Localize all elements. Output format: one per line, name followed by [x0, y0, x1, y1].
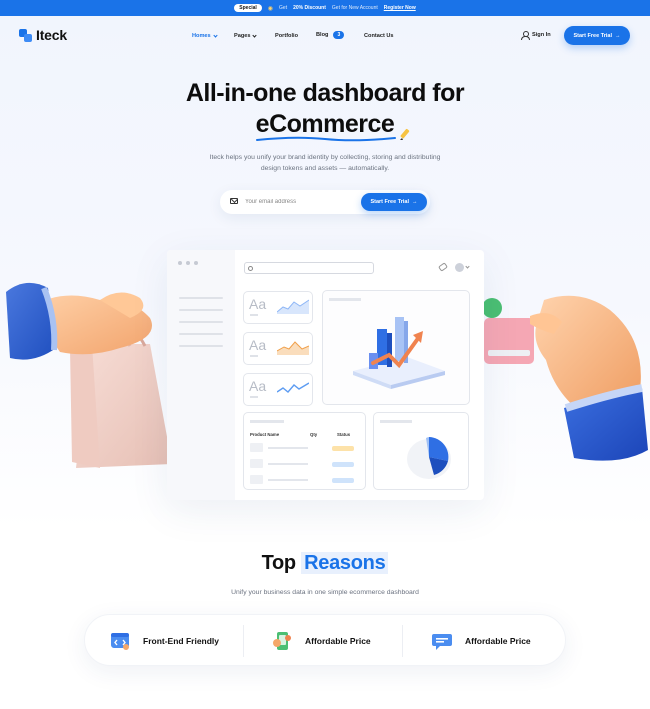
reasons-title-part1: Top: [261, 552, 297, 574]
3d-pie-chart-icon: [407, 437, 451, 479]
sidebar-line: [179, 297, 223, 299]
reasons-bar: Front-End Friendly Affordable Price Affo…: [84, 614, 566, 666]
aa-label: Aa: [249, 378, 267, 394]
hero-title-line2: eCommerce: [255, 110, 395, 138]
menu-item-portfolio[interactable]: Portfolio: [275, 33, 298, 39]
sidebar-line: [179, 345, 223, 347]
discount-prefix: Get: [279, 5, 288, 11]
status-pill: [332, 462, 354, 467]
squiggle-underline-icon: [256, 136, 396, 142]
menu-item-label: Contact Us: [364, 33, 394, 39]
sparkline-icon: [277, 299, 309, 314]
discount-value: 20% Discount: [293, 5, 326, 11]
hand-holding-card-illustration: [482, 295, 648, 461]
email-signup-form: Start Free Trial →: [220, 190, 430, 214]
dashboard-search-bar: [244, 262, 374, 274]
hand-holding-bag-illustration: [6, 282, 172, 468]
chat-bubble-icon: [432, 634, 452, 650]
discount-tag-icon: ◉: [267, 5, 274, 12]
cta-label: Start Free Trial: [370, 199, 410, 205]
aa-label: Aa: [249, 337, 267, 353]
hero-subtitle: Iteck helps you unify your brand identit…: [209, 154, 441, 172]
email-start-trial-button[interactable]: Start Free Trial →: [361, 193, 427, 211]
sparkline-icon: [277, 341, 309, 355]
menu-item-label: Homes: [192, 33, 211, 39]
status-pill: [332, 446, 354, 451]
pencil-icon: [400, 128, 410, 140]
sign-in-link[interactable]: Sign In: [521, 31, 551, 40]
table-header-status: Status: [337, 432, 351, 437]
divider: [243, 625, 244, 657]
typography-card: Aa: [243, 373, 313, 406]
hero-title-line1: All-in-one dashboard for: [185, 79, 465, 107]
logo-text: Iteck: [36, 27, 67, 43]
reasons-subtitle: Unify your business data in one simple e…: [231, 589, 419, 596]
chevron-down-icon: [465, 264, 470, 269]
dashboard-sidebar: [167, 250, 235, 500]
reason-label: Affordable Price: [305, 636, 371, 646]
reason-item-price: Affordable Price: [271, 615, 371, 667]
announcement-bar: Special ◉ Get 20% Discount Get for New A…: [0, 0, 650, 16]
register-now-link[interactable]: Register Now: [384, 5, 416, 11]
cta-label: Start Free Trial: [573, 32, 613, 39]
chevron-down-icon: [213, 33, 218, 38]
table-header-qty: Qty: [310, 432, 318, 437]
menu-item-pages[interactable]: Pages: [234, 33, 258, 39]
dashboard-mockup: Aa Aa Aa Product Name Qty Status: [167, 250, 484, 500]
arrow-right-icon: →: [615, 32, 621, 39]
aa-label: Aa: [249, 296, 267, 312]
reason-label: Front-End Friendly: [143, 636, 220, 646]
reasons-title-highlight: Reasons: [301, 552, 389, 574]
tag-icon: [438, 262, 448, 272]
user-icon: [521, 31, 530, 40]
arrow-right-icon: →: [412, 199, 418, 205]
menu-item-homes[interactable]: Homes: [192, 33, 218, 39]
navbar: Iteck Homes Pages Portfolio Blog 3 Conta…: [0, 20, 650, 52]
typography-card: Aa: [243, 332, 313, 365]
logo[interactable]: Iteck: [19, 27, 67, 43]
typography-card: Aa: [243, 291, 313, 324]
code-window-icon: [111, 633, 129, 650]
reason-label: Affordable Price: [465, 636, 531, 646]
menu-item-label: Pages: [234, 33, 251, 39]
wallet-phone-icon: [273, 632, 291, 650]
sign-in-label: Sign In: [532, 32, 551, 38]
blog-count-badge: 3: [333, 31, 345, 39]
window-dots: [178, 261, 198, 265]
reasons-title: Top Reasons: [0, 552, 650, 575]
status-pill: [332, 478, 354, 483]
divider: [402, 625, 403, 657]
mail-icon: [230, 198, 238, 204]
sidebar-line: [179, 321, 223, 323]
start-free-trial-button[interactable]: Start Free Trial →: [564, 26, 630, 45]
email-input[interactable]: [245, 196, 355, 208]
products-table-card: Product Name Qty Status: [243, 412, 366, 490]
reason-item-support: Affordable Price: [431, 615, 531, 667]
table-header-product: Product Name: [250, 432, 280, 437]
menu-item-contact[interactable]: Contact Us: [364, 33, 394, 39]
sparkline-icon: [277, 382, 309, 393]
pie-chart-card: [373, 412, 469, 490]
menu-item-blog[interactable]: Blog 3: [316, 31, 345, 39]
menu-item-label: Blog: [316, 32, 329, 38]
3d-bar-chart-icon: [353, 317, 445, 389]
logo-mark-icon: [19, 28, 32, 42]
sidebar-line: [179, 309, 223, 311]
analytics-card: [322, 290, 470, 405]
reason-item-frontend: Front-End Friendly: [109, 615, 219, 667]
chevron-down-icon: [252, 33, 258, 38]
special-pill: Special: [234, 4, 262, 12]
discount-suffix: Get for New Account: [331, 5, 378, 11]
sidebar-line: [179, 333, 223, 335]
menu-item-label: Portfolio: [275, 33, 298, 39]
avatar: [455, 263, 464, 272]
